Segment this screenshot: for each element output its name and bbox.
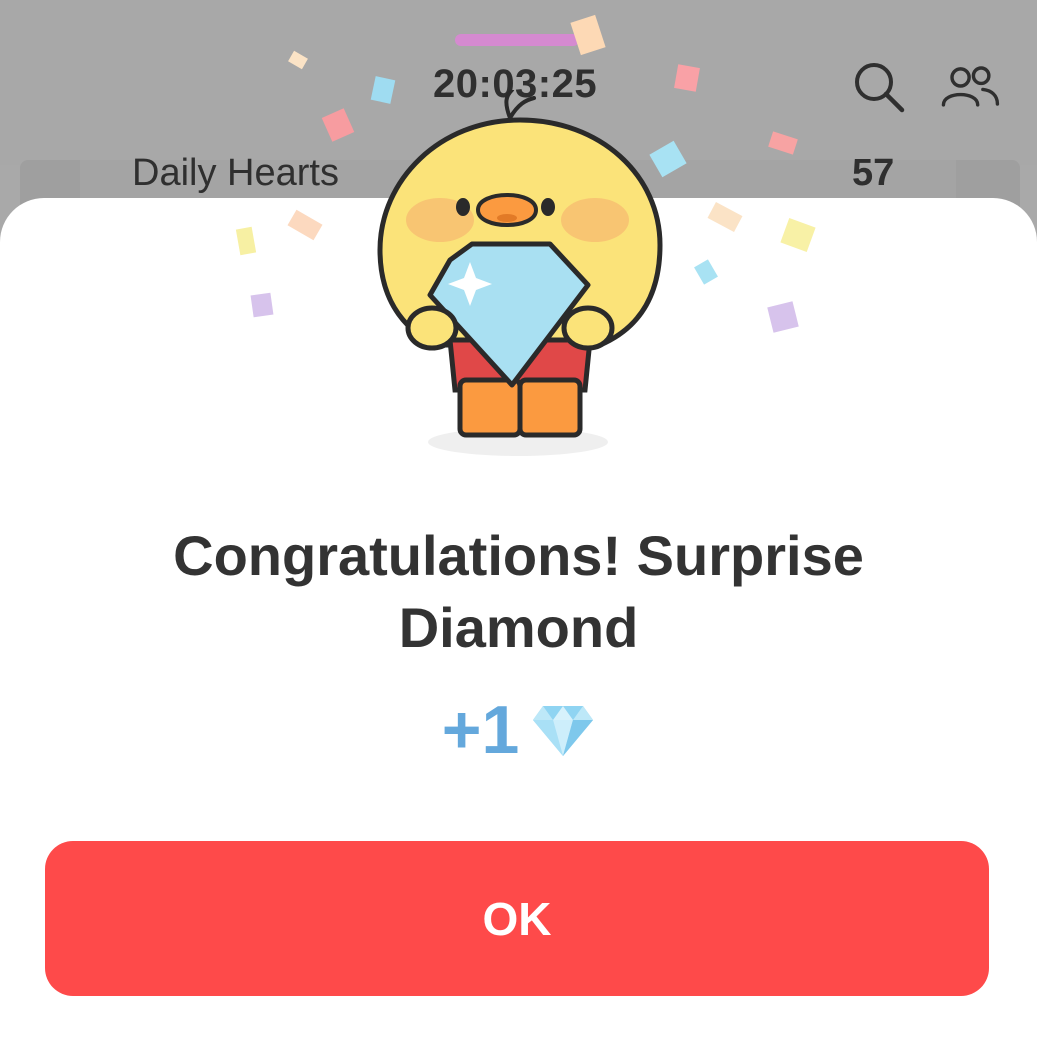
daily-hearts-count: 57	[852, 152, 895, 194]
drag-handle	[455, 34, 579, 46]
duck-mascot-illustration	[377, 90, 663, 456]
ok-button[interactable]: OK	[45, 841, 989, 996]
screen: 20:03:25 Daily Hearts 57 Congratulations…	[0, 0, 1037, 1037]
friends-icon[interactable]	[940, 56, 1000, 116]
diamond-icon	[533, 706, 594, 756]
reward-row: +1	[0, 690, 1037, 770]
dialog-title: Congratulations! Surprise Diamond	[173, 524, 864, 659]
daily-hearts-label: Daily Hearts	[132, 152, 339, 194]
reward-amount: +1	[441, 692, 520, 768]
search-icon[interactable]	[848, 56, 908, 116]
